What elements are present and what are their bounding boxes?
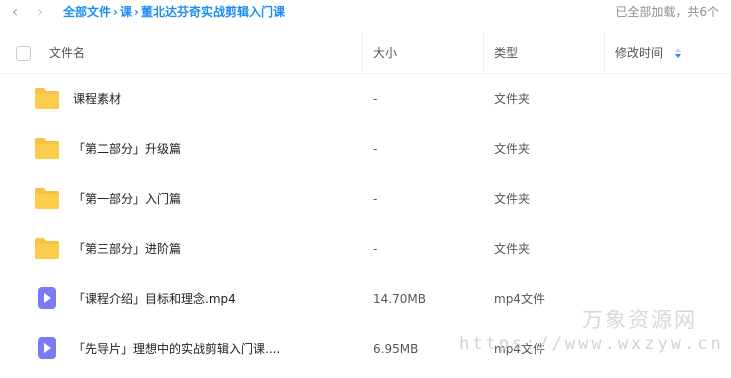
- column-header-size[interactable]: 大小: [373, 33, 397, 73]
- file-size: 6.95MB: [373, 342, 419, 356]
- file-name[interactable]: 「第三部分」进阶篇: [73, 224, 181, 274]
- file-name[interactable]: 「先导片」理想中的实战剪辑入门课....: [73, 324, 280, 374]
- video-icon: [38, 337, 56, 359]
- sort-icon[interactable]: [674, 47, 682, 59]
- file-size: -: [373, 242, 378, 256]
- file-type: 文件夹: [494, 192, 531, 206]
- file-size: -: [373, 142, 378, 156]
- video-icon: [38, 287, 56, 309]
- breadcrumb: 全部文件 › 课 › 董北达芬奇实战剪辑入门课: [63, 4, 285, 20]
- column-divider[interactable]: [362, 33, 363, 73]
- watermark-url: https://www.wxzyw.cn: [459, 334, 724, 354]
- folder-icon: [35, 238, 59, 259]
- file-type: 文件夹: [494, 92, 531, 106]
- load-status: 已全部加载，共6个: [615, 5, 719, 19]
- column-header-name[interactable]: 文件名: [49, 33, 85, 73]
- file-type: 文件夹: [494, 242, 531, 256]
- breadcrumb-current: 董北达芬奇实战剪辑入门课: [140, 5, 285, 19]
- select-all-checkbox[interactable]: [16, 46, 31, 61]
- breadcrumb-separator: ›: [133, 5, 139, 19]
- file-row[interactable]: 「第一部分」入门篇 - 文件夹: [0, 174, 731, 224]
- file-row[interactable]: 课程素材 - 文件夹: [0, 74, 731, 124]
- file-type: 文件夹: [494, 142, 531, 156]
- file-size: 14.70MB: [373, 292, 426, 306]
- file-size: -: [373, 92, 378, 106]
- file-row[interactable]: 「第二部分」升级篇 - 文件夹: [0, 124, 731, 174]
- file-row[interactable]: 「第三部分」进阶篇 - 文件夹: [0, 224, 731, 274]
- file-list-header: 文件名 大小 类型 修改时间: [0, 33, 731, 74]
- breadcrumb-course[interactable]: 课: [120, 5, 132, 19]
- folder-icon: [35, 188, 59, 209]
- file-name[interactable]: 「第二部分」升级篇: [73, 124, 181, 174]
- column-divider[interactable]: [604, 33, 605, 73]
- top-bar: ‹ › 全部文件 › 课 › 董北达芬奇实战剪辑入门课 已全部加载，共6个: [0, 0, 731, 26]
- column-divider[interactable]: [483, 33, 484, 73]
- watermark-title: 万象资源网: [582, 308, 697, 332]
- forward-icon[interactable]: ›: [30, 2, 50, 22]
- file-name[interactable]: 「课程介绍」目标和理念.mp4: [73, 274, 236, 324]
- file-name[interactable]: 课程素材: [73, 74, 121, 124]
- breadcrumb-all-files[interactable]: 全部文件: [63, 5, 111, 19]
- column-header-modified[interactable]: 修改时间: [615, 33, 663, 73]
- folder-icon: [35, 138, 59, 159]
- file-type: mp4文件: [494, 292, 545, 306]
- column-header-type[interactable]: 类型: [494, 33, 518, 73]
- file-name[interactable]: 「第一部分」入门篇: [73, 174, 181, 224]
- file-size: -: [373, 192, 378, 206]
- folder-icon: [35, 88, 59, 109]
- breadcrumb-separator: ›: [113, 5, 118, 19]
- back-icon[interactable]: ‹: [5, 2, 25, 22]
